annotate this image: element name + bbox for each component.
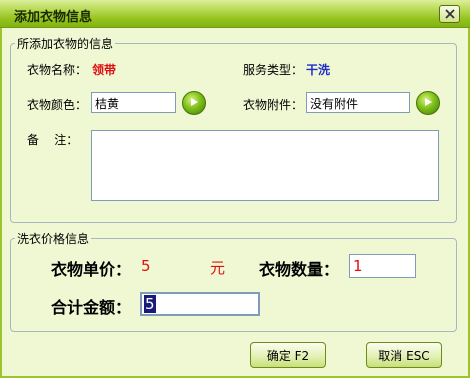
quantity-label: 衣物数量： — [259, 260, 340, 279]
service-type-label: 服务类型： — [243, 63, 304, 77]
window-title: 添加衣物信息 — [14, 10, 93, 25]
total-amount-label: 合计金额： — [51, 298, 132, 317]
accessory-field[interactable]: 没有附件 — [306, 92, 410, 113]
service-type-value: 干洗 — [306, 63, 331, 77]
window-frame-left — [0, 28, 2, 378]
name-label: 衣物名称： — [27, 63, 88, 77]
ok-button[interactable]: 确定 F2 — [250, 342, 326, 368]
color-field[interactable]: 桔黄 — [91, 92, 176, 113]
remark-label: 备 注： — [27, 133, 79, 147]
color-label: 衣物颜色： — [27, 98, 88, 112]
arrow-right-icon — [189, 96, 199, 110]
unit-price-value: 5 — [141, 257, 151, 275]
clothing-info-legend: 所添加衣物的信息 — [17, 37, 114, 51]
accessory-pick-button[interactable] — [416, 91, 440, 115]
cancel-button[interactable]: 取消 ESC — [366, 342, 442, 368]
title-bar: 添加衣物信息 — [0, 0, 470, 28]
total-amount-field[interactable]: 5 — [140, 292, 260, 316]
quantity-field[interactable]: 1 — [349, 254, 416, 278]
total-amount-value: 5 — [144, 295, 156, 313]
name-value: 领带 — [92, 63, 117, 77]
currency-unit: 元 — [210, 259, 226, 277]
close-icon — [444, 9, 455, 19]
unit-price-label: 衣物单价： — [51, 260, 132, 279]
remark-textarea[interactable] — [91, 130, 439, 201]
arrow-right-icon — [423, 96, 433, 110]
close-button[interactable] — [439, 5, 460, 23]
accessory-label: 衣物附件： — [243, 98, 304, 112]
price-info-legend: 洗衣价格信息 — [17, 232, 90, 246]
color-pick-button[interactable] — [182, 91, 206, 115]
